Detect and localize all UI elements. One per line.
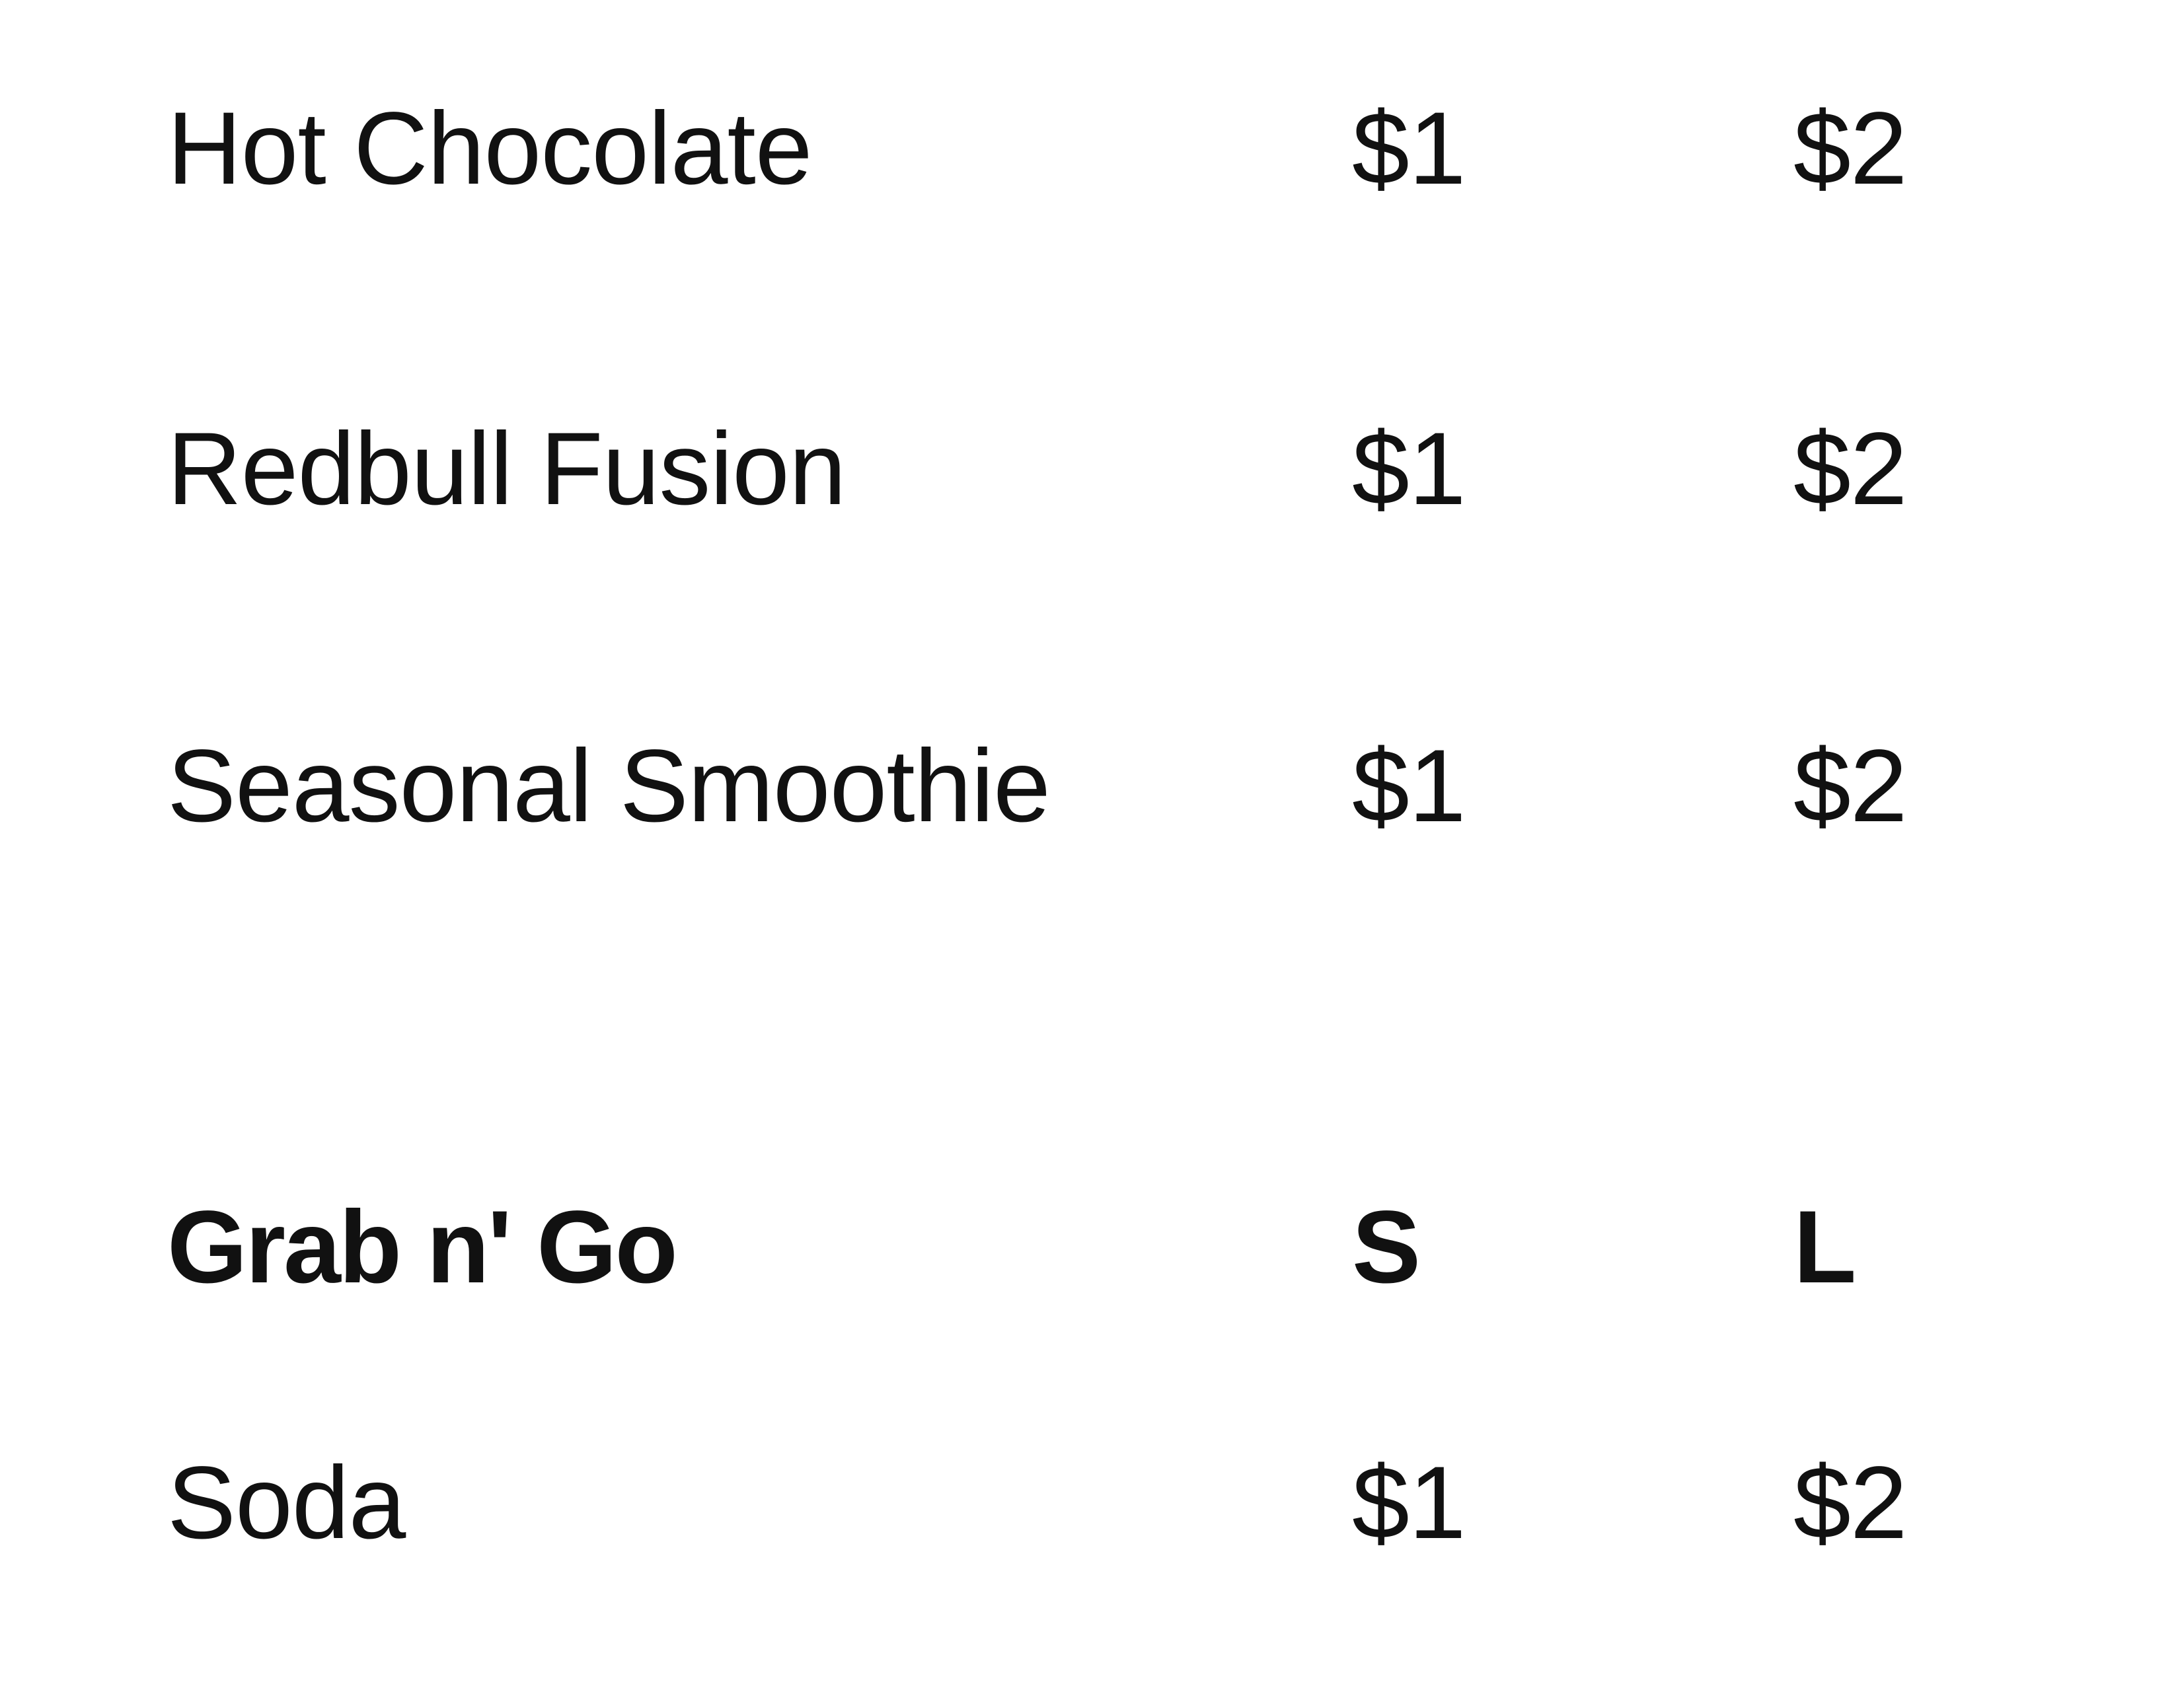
- menu-item-row: Soda $1 $2: [0, 1437, 2184, 1569]
- menu-item-row: Seasonal Smoothie $1 $2: [0, 720, 2184, 852]
- item-price-small: $1: [1352, 729, 1466, 844]
- section-header: Grab n' Go S L: [0, 1181, 2184, 1313]
- item-name: Seasonal Smoothie: [167, 729, 1051, 844]
- item-price-small: $1: [1352, 412, 1466, 527]
- size-label-small: S: [1352, 1190, 1421, 1305]
- item-price-large: $2: [1793, 729, 1908, 844]
- item-price-small: $1: [1352, 1446, 1466, 1560]
- item-price-large: $2: [1793, 1446, 1908, 1560]
- drink-menu: Hot Chocolate $1 $2 Redbull Fusion $1 $2…: [0, 0, 2184, 1688]
- menu-item-row: Redbull Fusion $1 $2: [0, 403, 2184, 535]
- size-label-large: L: [1793, 1190, 1856, 1305]
- section-title: Grab n' Go: [167, 1190, 678, 1305]
- item-price-large: $2: [1793, 412, 1908, 527]
- menu-item-row: Hot Chocolate $1 $2: [0, 83, 2184, 215]
- item-name: Redbull Fusion: [167, 412, 847, 527]
- item-price-small: $1: [1352, 91, 1466, 206]
- item-price-large: $2: [1793, 91, 1908, 206]
- item-name: Hot Chocolate: [167, 91, 813, 206]
- item-name: Soda: [167, 1446, 406, 1560]
